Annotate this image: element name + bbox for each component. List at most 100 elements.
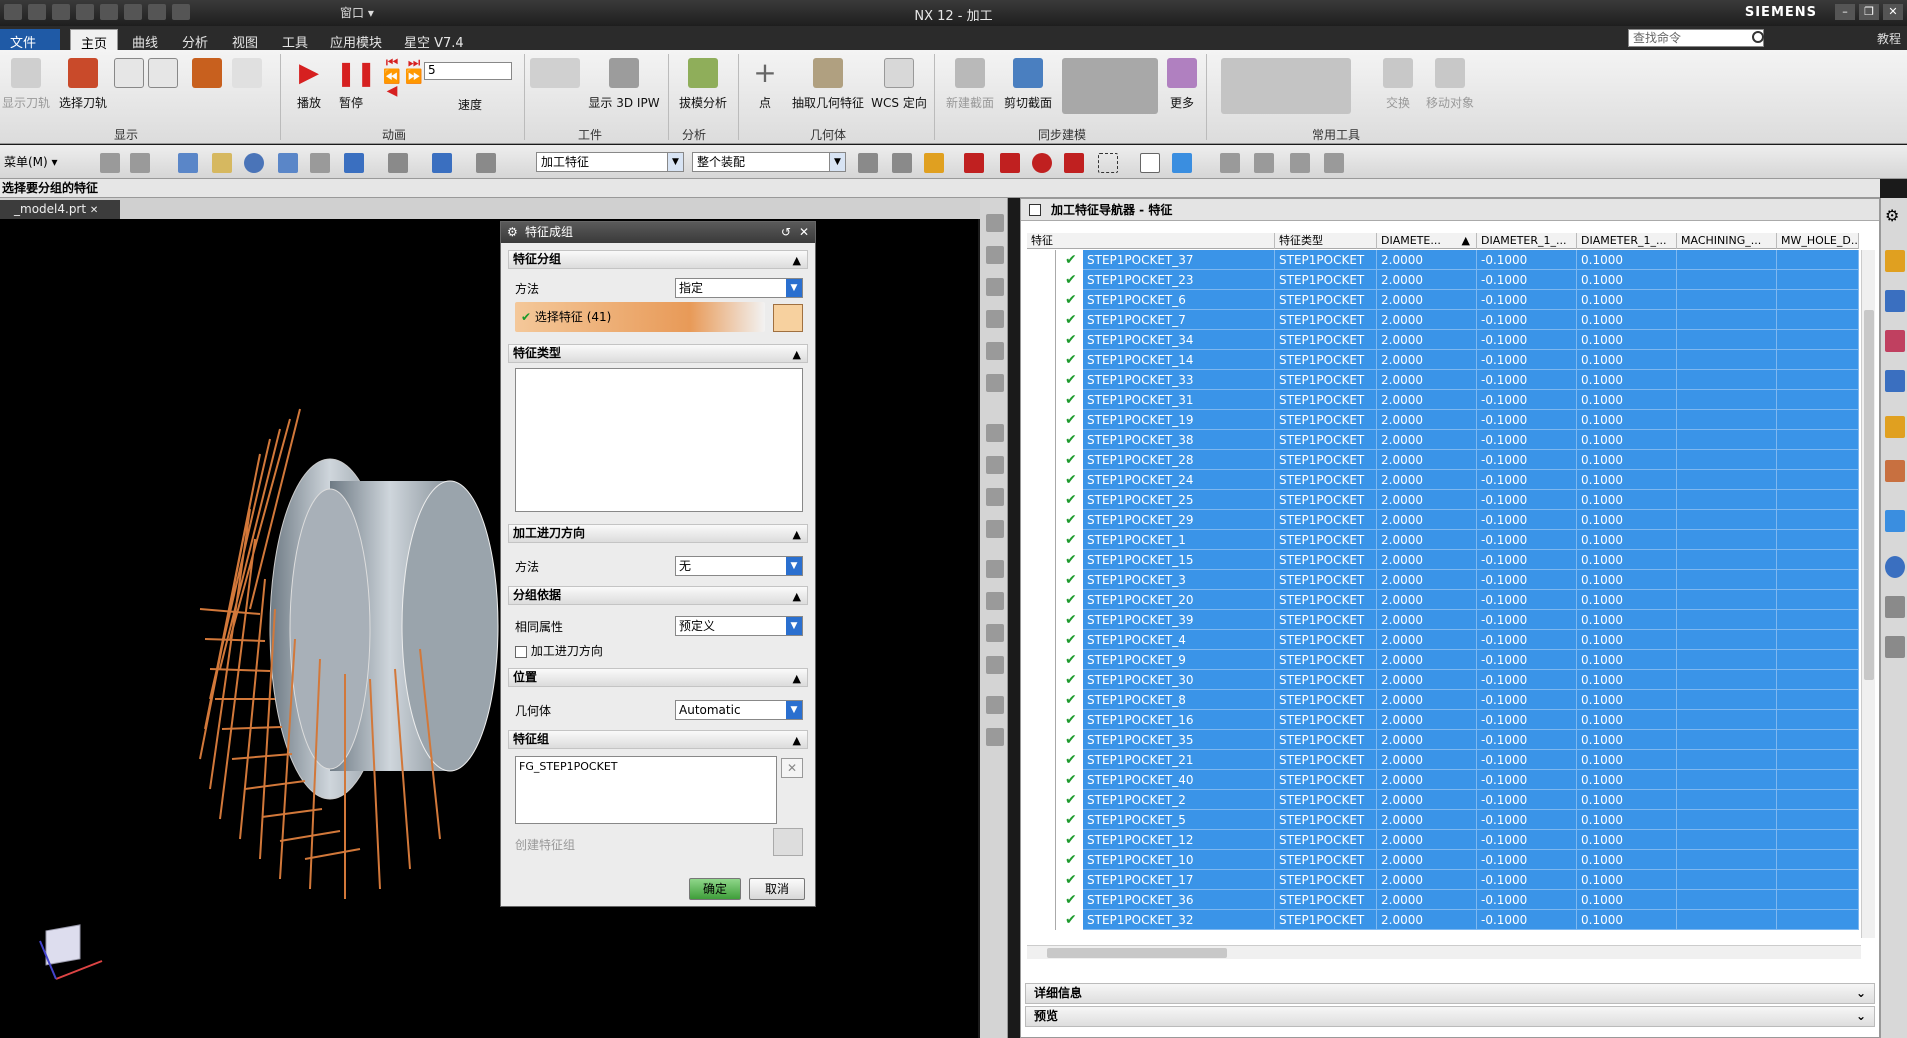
nav-icon[interactable] xyxy=(986,246,1004,264)
table-row[interactable]: ✔ STEP1POCKET_30 STEP1POCKET 2.0000 -0.1000 0… xyxy=(1027,670,1859,690)
end-point-icon[interactable] xyxy=(964,153,984,173)
part-model-view[interactable] xyxy=(0,219,978,1038)
table-row[interactable]: ✔ STEP1POCKET_31 STEP1POCKET 2.0000 -0.1000 0… xyxy=(1027,390,1859,410)
gear-icon[interactable]: ⚙ xyxy=(507,222,518,243)
table-row[interactable]: ✔ STEP1POCKET_33 STEP1POCKET 2.0000 -0.1000 0… xyxy=(1027,370,1859,390)
table-row[interactable]: ✔ STEP1POCKET_6 STEP1POCKET 2.0000 -0.1000 0.… xyxy=(1027,290,1859,310)
sync-modeling-tools[interactable] xyxy=(1060,58,1160,120)
select-toolpath-button[interactable]: 选择刀轨 xyxy=(56,58,110,111)
section-feature-set[interactable]: 特征组 ▲ xyxy=(508,730,808,749)
table-row[interactable]: ✔ STEP1POCKET_4 STEP1POCKET 2.0000 -0.1000 0.… xyxy=(1027,630,1859,650)
details-panel[interactable]: 详细信息 ⌄ xyxy=(1025,983,1875,1004)
table-row[interactable]: ✔ STEP1POCKET_12 STEP1POCKET 2.0000 -0.1000 0… xyxy=(1027,830,1859,850)
minimize-icon[interactable]: – xyxy=(1835,4,1855,20)
command-search-input[interactable]: 查找命令 xyxy=(1628,29,1764,47)
more-button[interactable]: 更多 xyxy=(1164,58,1200,111)
assembly-icon[interactable] xyxy=(1220,153,1240,173)
table-row[interactable]: ✔ STEP1POCKET_39 STEP1POCKET 2.0000 -0.1000 0… xyxy=(1027,610,1859,630)
section-machining-direction[interactable]: 加工进刀方向 ▲ xyxy=(508,524,808,543)
hd3d-icon[interactable] xyxy=(1885,416,1905,438)
table-row[interactable]: ✔ STEP1POCKET_8 STEP1POCKET 2.0000 -0.1000 0.… xyxy=(1027,690,1859,710)
select-feature-button[interactable] xyxy=(773,304,803,332)
chevron-up-icon[interactable]: ▲ xyxy=(793,732,801,749)
play-button[interactable]: ▶ 播放 xyxy=(292,58,326,111)
table-row[interactable]: ✔ STEP1POCKET_15 STEP1POCKET 2.0000 -0.1000 0… xyxy=(1027,550,1859,570)
chevron-up-icon[interactable]: ▲ xyxy=(793,588,801,605)
horizontal-scrollbar[interactable] xyxy=(1027,945,1861,959)
nav-icon[interactable] xyxy=(986,728,1004,746)
show-3d-ipw-button[interactable]: 显示 3D IPW xyxy=(584,58,664,111)
filter2-icon[interactable] xyxy=(130,153,150,173)
section-feature-grouping[interactable]: 特征分组 ▲ xyxy=(508,250,808,269)
nav-icon[interactable] xyxy=(986,592,1004,610)
assembly3-icon[interactable] xyxy=(1290,153,1310,173)
view-fit-icon[interactable] xyxy=(178,153,198,173)
cube-icon[interactable] xyxy=(432,153,452,173)
scroll-thumb[interactable] xyxy=(1864,310,1874,680)
column-header[interactable]: DIAMETE... ▲ xyxy=(1377,233,1477,249)
table-row[interactable]: ✔ STEP1POCKET_5 STEP1POCKET 2.0000 -0.1000 0.… xyxy=(1027,810,1859,830)
nav-icon[interactable] xyxy=(986,424,1004,442)
assembly2-icon[interactable] xyxy=(1254,153,1274,173)
table-row[interactable]: ✔ STEP1POCKET_28 STEP1POCKET 2.0000 -0.1000 0… xyxy=(1027,450,1859,470)
snap-icon[interactable] xyxy=(476,153,496,173)
close-icon[interactable]: ✕ xyxy=(799,222,809,243)
create-feature-group-button[interactable] xyxy=(773,828,803,856)
material-button[interactable] xyxy=(192,58,222,94)
selection-tool-icon[interactable] xyxy=(858,153,878,173)
table-row[interactable]: ✔ STEP1POCKET_21 STEP1POCKET 2.0000 -0.1000 0… xyxy=(1027,750,1859,770)
table-row[interactable]: ✔ STEP1POCKET_32 STEP1POCKET 2.0000 -0.1000 0… xyxy=(1027,910,1859,930)
shaded-cube-icon[interactable] xyxy=(1172,153,1192,173)
move-object-button[interactable]: 移动对象 xyxy=(1420,58,1480,111)
column-header[interactable]: 特征 xyxy=(1027,233,1275,249)
tab-application[interactable]: 应用模块 xyxy=(320,29,392,51)
tab-view[interactable]: 视图 xyxy=(222,29,268,51)
table-row[interactable]: ✔ STEP1POCKET_36 STEP1POCKET 2.0000 -0.1000 0… xyxy=(1027,890,1859,910)
point-button[interactable]: + 点 xyxy=(750,58,780,111)
scroll-thumb[interactable] xyxy=(1047,948,1227,958)
center-point-icon[interactable] xyxy=(1032,153,1052,173)
mid-point-icon[interactable] xyxy=(1000,153,1020,173)
delete-group-icon[interactable]: ✕ xyxy=(781,758,803,778)
exchange-button[interactable]: 交换 xyxy=(1380,58,1416,111)
pan-icon[interactable] xyxy=(278,153,298,173)
close-tab-icon[interactable]: ✕ xyxy=(90,205,98,216)
nav-icon[interactable] xyxy=(986,374,1004,392)
draft-analysis-button[interactable]: 拔模分析 xyxy=(674,58,732,111)
table-row[interactable]: ✔ STEP1POCKET_38 STEP1POCKET 2.0000 -0.1000 0… xyxy=(1027,430,1859,450)
restore-icon[interactable] xyxy=(1029,204,1041,216)
shaded-icon[interactable] xyxy=(388,153,408,173)
file-tab[interactable]: _model4.prt ✕ xyxy=(0,200,120,219)
table-row[interactable]: ✔ STEP1POCKET_10 STEP1POCKET 2.0000 -0.1000 0… xyxy=(1027,850,1859,870)
assembly4-icon[interactable] xyxy=(1324,153,1344,173)
section-group-by[interactable]: 分组依据 ▲ xyxy=(508,586,808,605)
chevron-up-icon[interactable]: ▲ xyxy=(793,252,801,269)
direction-method-select[interactable]: 无 ▼ xyxy=(675,556,803,576)
reuse-library-icon[interactable] xyxy=(1885,370,1905,392)
feature-type-list[interactable] xyxy=(515,368,803,512)
tab-tools[interactable]: 工具 xyxy=(272,29,318,51)
nav-icon[interactable] xyxy=(986,278,1004,296)
chevron-up-icon[interactable]: ▲ xyxy=(793,526,801,543)
show-toolpath-button[interactable]: 显示刀轨 xyxy=(2,58,50,111)
restore-icon[interactable]: ❐ xyxy=(1859,4,1879,20)
settings-icon[interactable]: ⚙ xyxy=(1885,206,1905,228)
column-header[interactable]: DIAMETER_1_... xyxy=(1477,233,1577,249)
nav-icon[interactable] xyxy=(986,488,1004,506)
tab-xingkong[interactable]: 星空 V7.4 xyxy=(394,29,474,51)
table-row[interactable]: ✔ STEP1POCKET_3 STEP1POCKET 2.0000 -0.1000 0.… xyxy=(1027,570,1859,590)
display-tool2-button[interactable] xyxy=(148,58,178,94)
table-row[interactable]: ✔ STEP1POCKET_2 STEP1POCKET 2.0000 -0.1000 0.… xyxy=(1027,790,1859,810)
same-attribute-select[interactable]: 预定义 ▼ xyxy=(675,616,803,636)
feature-group-item[interactable]: FG_STEP1POCKET xyxy=(519,760,618,773)
table-row[interactable]: ✔ STEP1POCKET_24 STEP1POCKET 2.0000 -0.1000 0… xyxy=(1027,470,1859,490)
pause-button[interactable]: ❚❚ 暂停 xyxy=(334,58,376,111)
preview-panel[interactable]: 预览 ⌄ xyxy=(1025,1006,1875,1027)
direction-checkbox[interactable]: 加工进刀方向 xyxy=(515,642,603,659)
orient-view-icon[interactable] xyxy=(344,153,364,173)
history-icon[interactable] xyxy=(1885,556,1905,578)
table-row[interactable]: ✔ STEP1POCKET_25 STEP1POCKET 2.0000 -0.1000 0… xyxy=(1027,490,1859,510)
quadrant-icon[interactable] xyxy=(1064,153,1084,173)
speed-select[interactable]: 5 xyxy=(424,62,512,80)
table-row[interactable]: ✔ STEP1POCKET_9 STEP1POCKET 2.0000 -0.1000 0.… xyxy=(1027,650,1859,670)
